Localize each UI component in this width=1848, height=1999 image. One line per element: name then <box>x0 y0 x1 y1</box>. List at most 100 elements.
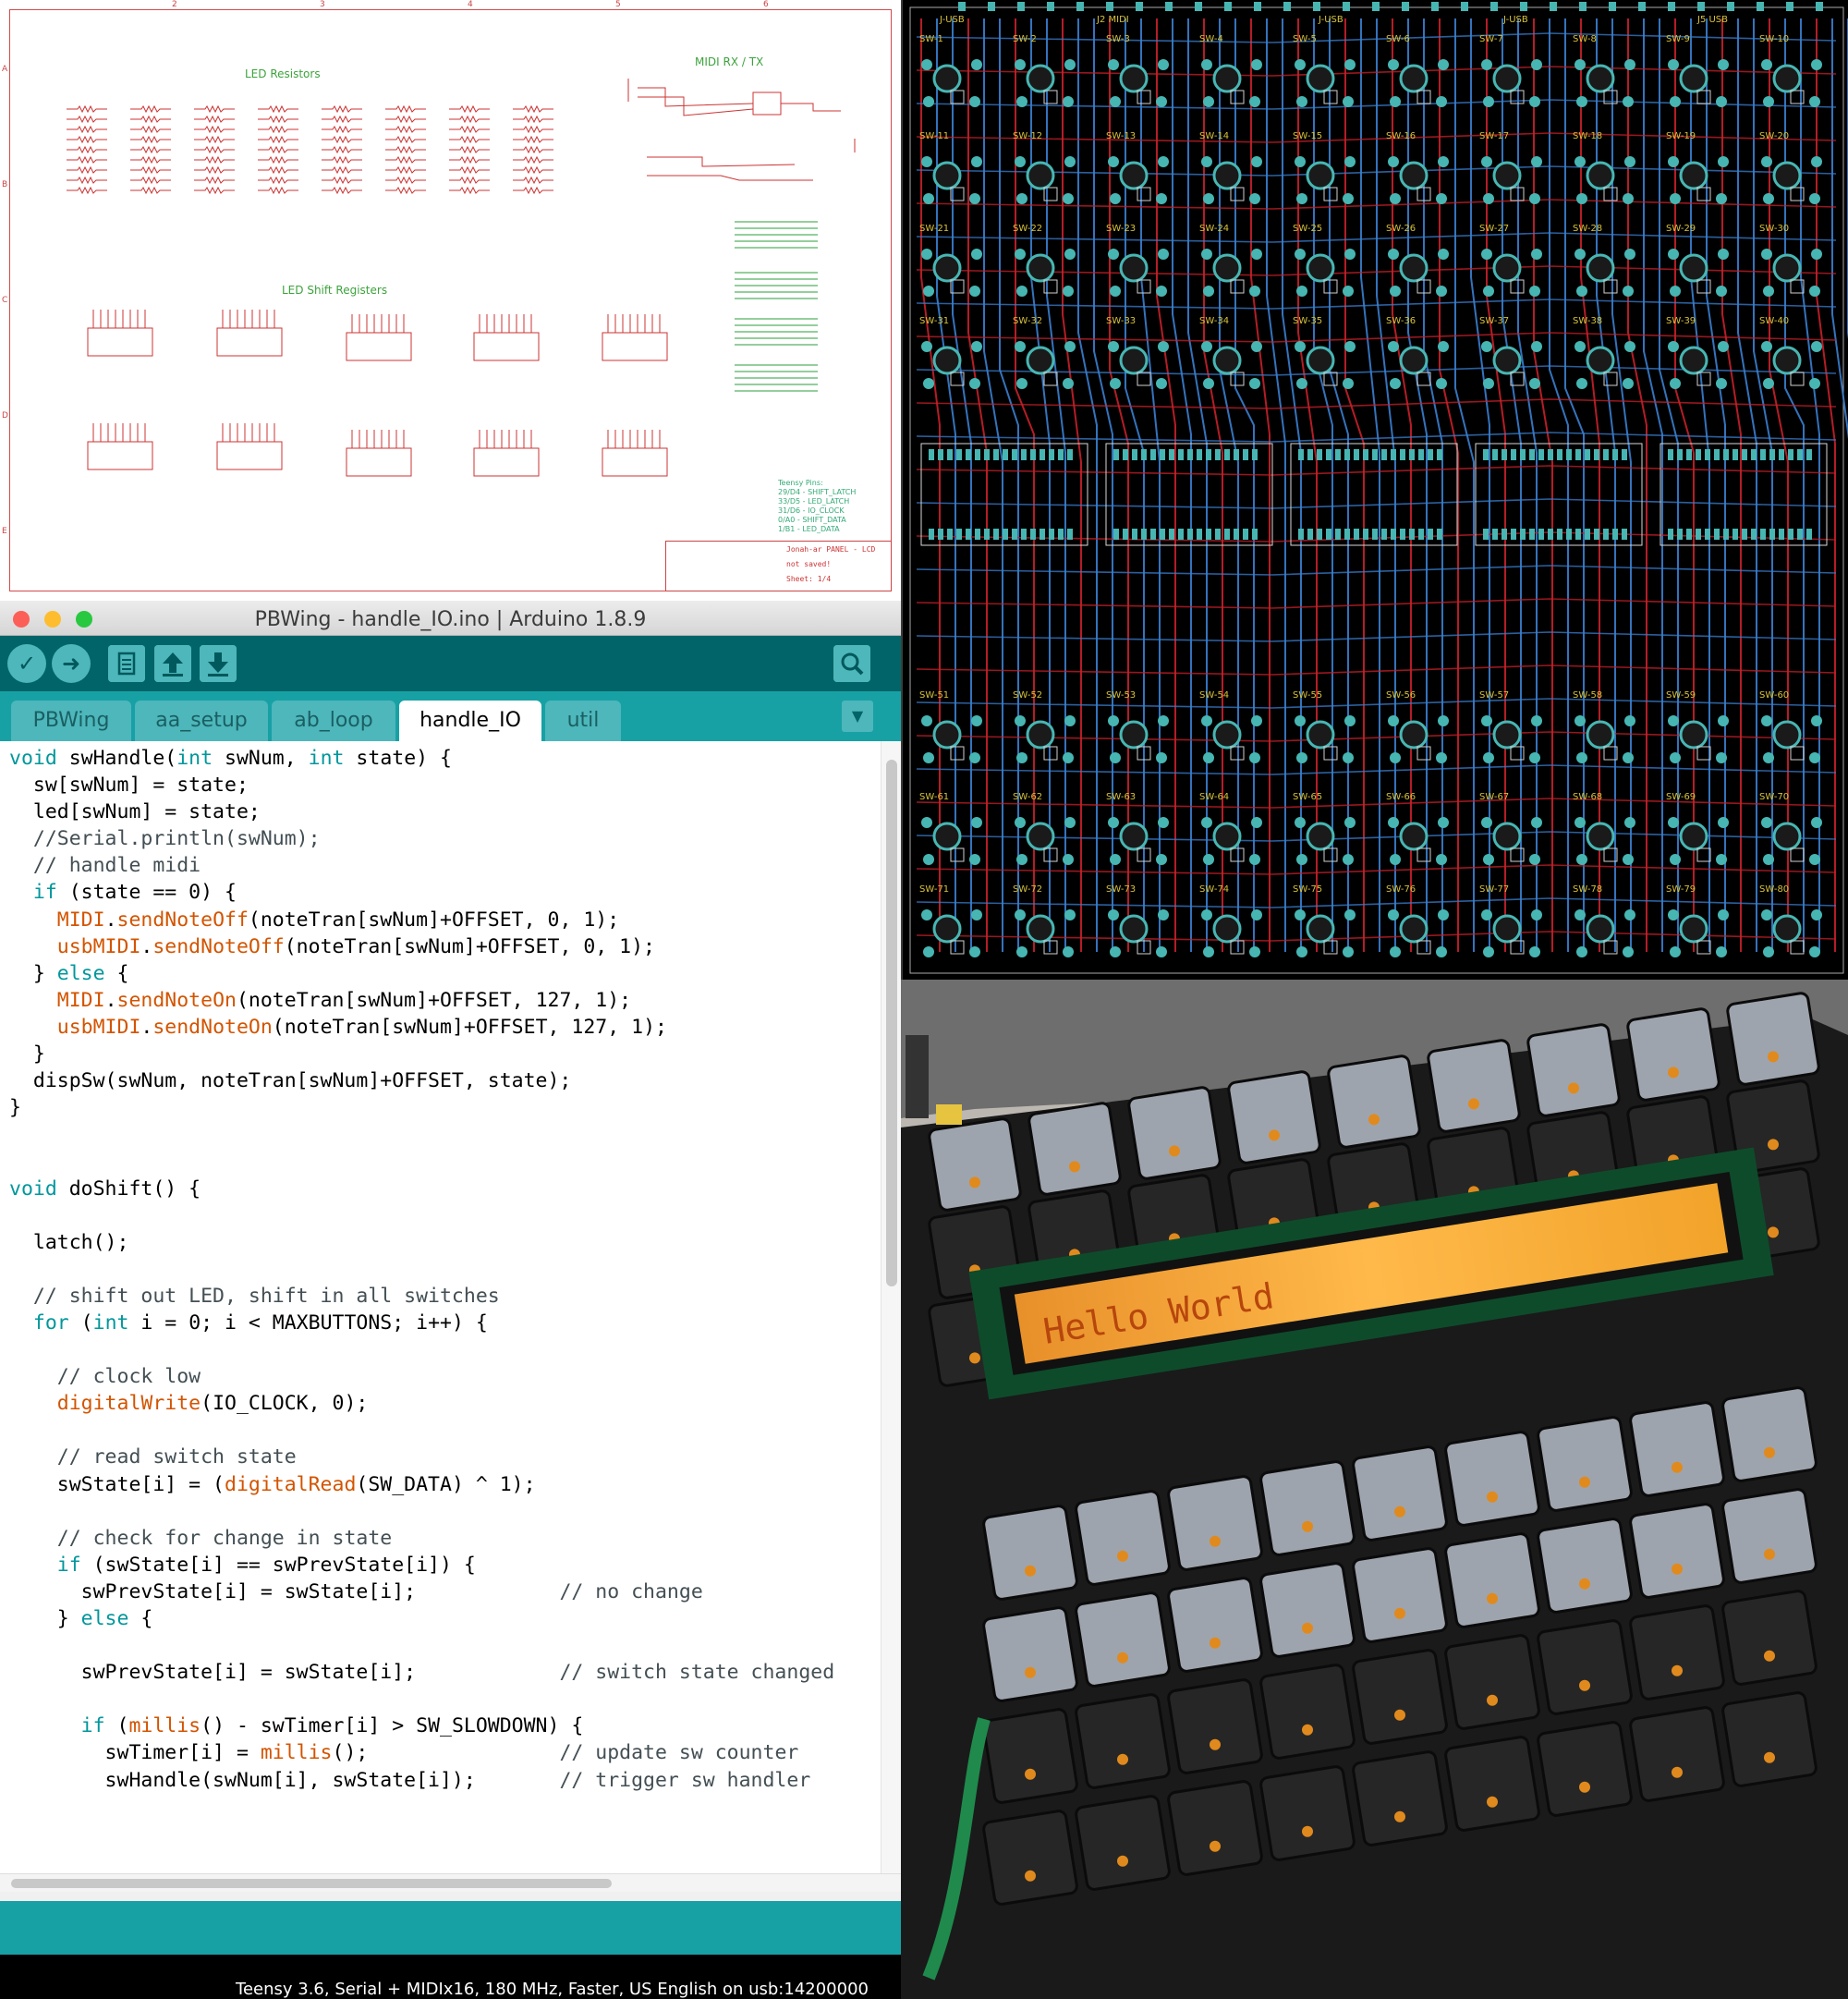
ic-pin <box>1243 449 1248 460</box>
led-indicator <box>1025 1870 1036 1882</box>
switch-label: SW-79 <box>1666 884 1696 895</box>
switch-pad <box>1026 64 1055 93</box>
save-sketch-button[interactable] <box>200 645 237 682</box>
switch-pad <box>1623 752 1634 763</box>
switch-pad <box>1576 752 1587 763</box>
vertical-scrollbar[interactable] <box>881 741 901 1873</box>
code-editor[interactable]: void swHandle(int swNum, int state) { sw… <box>0 741 901 1873</box>
horizontal-scrollbar[interactable] <box>0 1873 901 1892</box>
ic-pin <box>1058 529 1064 540</box>
switch-pad <box>1483 946 1494 957</box>
switch-pad <box>1203 193 1214 204</box>
pane-splitter[interactable] <box>0 1892 901 1901</box>
switch-pad <box>1574 909 1586 920</box>
switch-pad <box>1201 156 1212 167</box>
switch-label: SW-14 <box>1199 131 1229 141</box>
serial-monitor-button[interactable] <box>833 645 870 682</box>
tab-aa-setup[interactable]: aa_setup <box>135 701 268 741</box>
switch-pad <box>1251 909 1262 920</box>
keycap <box>982 1708 1078 1804</box>
led-indicator <box>1487 1491 1498 1503</box>
note-line: 33/D5 - LED_LATCH <box>778 497 850 506</box>
open-sketch-button[interactable] <box>154 645 191 682</box>
switch-pad <box>1772 64 1802 93</box>
switch-pad <box>1436 378 1447 389</box>
switch-pad <box>1016 854 1027 865</box>
header-pin <box>1520 2 1527 11</box>
led-indicator <box>1768 1051 1779 1063</box>
switch-pad <box>1716 752 1727 763</box>
tab-handle-io[interactable]: handle_IO <box>399 701 541 741</box>
pcb-trace <box>916 398 1837 409</box>
ic-pin <box>1723 449 1729 460</box>
switch-pad <box>1201 341 1212 352</box>
switch-pad <box>1026 822 1055 851</box>
grid-row-label: C <box>2 296 8 305</box>
switch-pad <box>1718 156 1729 167</box>
header-pin <box>1283 2 1291 11</box>
scrollbar-thumb[interactable] <box>11 1879 612 1888</box>
title-block-sheet: Sheet: 1/4 <box>786 575 832 583</box>
device-photo: Hello World <box>901 980 1848 1999</box>
verify-button[interactable]: ✓ <box>7 644 46 683</box>
switch-pad <box>1306 161 1335 190</box>
keycap <box>1327 1054 1421 1149</box>
switch-pad <box>1483 193 1494 204</box>
switch-pad <box>1015 715 1026 726</box>
switch-pad <box>1064 249 1076 260</box>
switch-pad <box>1716 378 1727 389</box>
switch-pad <box>1344 156 1356 167</box>
led-footprint <box>1696 279 1711 294</box>
switch-pad <box>1295 715 1306 726</box>
tab-ab-loop[interactable]: ab_loop <box>272 701 395 741</box>
keycap <box>1075 1693 1171 1789</box>
switch-pad <box>1483 752 1494 763</box>
ic-pin <box>1612 529 1618 540</box>
switch-label: SW-72 <box>1013 884 1042 895</box>
switch-pad <box>1529 752 1540 763</box>
code-text[interactable]: void swHandle(int swNum, int state) { sw… <box>9 745 834 1794</box>
ic-pin <box>1160 449 1165 460</box>
switch-pad <box>932 64 962 93</box>
ic-pin <box>1594 449 1599 460</box>
ic-pin <box>1169 529 1174 540</box>
led-indicator <box>1025 1666 1036 1678</box>
upload-button[interactable]: ➜ <box>52 644 91 683</box>
tab-pbwing[interactable]: PBWing <box>11 701 131 741</box>
switch-pad <box>1438 715 1449 726</box>
switch-pad <box>932 720 962 750</box>
tab-menu-button[interactable]: ▼ <box>842 701 873 732</box>
led-indicator <box>1302 1724 1313 1736</box>
led-indicator <box>1764 1650 1775 1662</box>
scrollbar-thumb[interactable] <box>886 760 897 1286</box>
switch-label: SW-10 <box>1759 34 1789 44</box>
switch-pad <box>1110 378 1121 389</box>
led-footprint <box>1137 279 1151 294</box>
switch-pad <box>1119 914 1149 944</box>
ic-pin <box>1483 449 1489 460</box>
switch-pad <box>1296 946 1307 957</box>
switch-label: SW-24 <box>1199 224 1229 234</box>
switch-label: SW-38 <box>1573 316 1602 326</box>
switch-pad <box>1390 193 1401 204</box>
switch-pad <box>1015 156 1026 167</box>
switch-label: SW-8 <box>1573 34 1597 44</box>
ic-pin <box>1696 529 1701 540</box>
note-line: 0/A0 - SHIFT_DATA <box>778 516 846 524</box>
switch-pad <box>1296 286 1307 297</box>
switch-pad <box>1574 715 1586 726</box>
led-footprint <box>1323 746 1338 761</box>
switch-pad <box>1668 341 1679 352</box>
switch-pad <box>1670 752 1681 763</box>
header-pin <box>1017 2 1025 11</box>
keycap <box>1167 1678 1263 1774</box>
ic-pin <box>1529 449 1535 460</box>
switch-pad <box>1390 96 1401 107</box>
switch-pad <box>1119 720 1149 750</box>
switch-pad <box>1016 752 1027 763</box>
switch-pad <box>1158 341 1169 352</box>
new-sketch-button[interactable] <box>108 645 145 682</box>
header-pin <box>1313 2 1320 11</box>
switch-pad <box>1212 720 1242 750</box>
tab-util[interactable]: util <box>545 701 621 741</box>
